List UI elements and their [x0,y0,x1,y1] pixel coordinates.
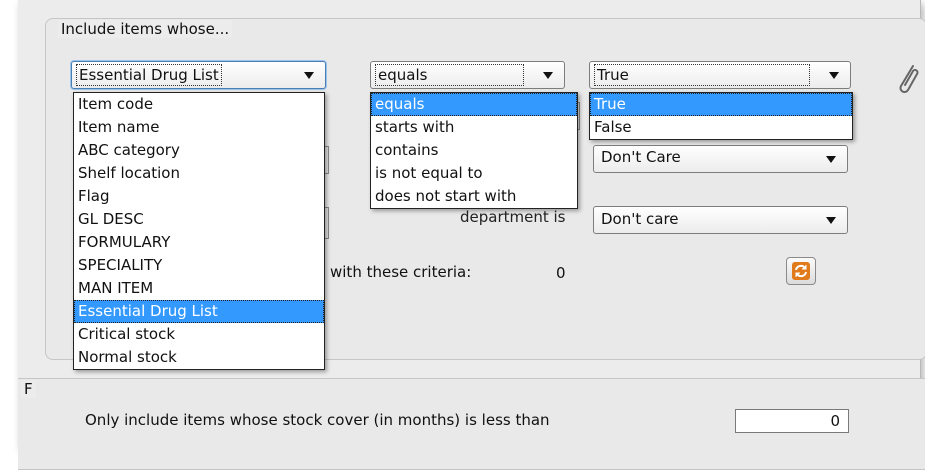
field-option[interactable]: FORMULARY [74,231,324,254]
dialog: Include items whose... F Essential Drug … [18,0,925,470]
field-option[interactable]: Item code [74,93,324,116]
criteria-count: 0 [556,264,566,282]
field-option[interactable]: Critical stock [74,323,324,346]
field-option[interactable]: Flag [74,185,324,208]
refresh-button[interactable] [786,257,816,285]
field-option[interactable]: Essential Drug List [74,300,324,323]
value-option[interactable]: False [590,116,852,139]
refresh-icon [792,262,810,280]
criteria-label: with these criteria: [330,263,472,281]
field-option[interactable]: SPECIALITY [74,254,324,277]
value-option[interactable]: True [590,93,852,116]
field-option[interactable]: Shelf location [74,162,324,185]
value-combo-value: True [594,64,810,86]
chevron-down-icon [543,72,553,79]
field-option[interactable]: GL DESC [74,208,324,231]
field-dropdown: Item code Item name ABC category Shelf loca… [73,92,325,370]
paperclip-icon[interactable] [895,62,921,98]
operator-option[interactable]: is not equal to [371,162,577,185]
operator-combo[interactable]: equals [370,61,565,89]
stock-cover-group-title: F [21,380,36,398]
include-items-group-title: Include items whose... [58,20,233,38]
care-combo[interactable]: Don't Care [593,145,848,173]
field-combo-value: Essential Drug List [76,64,222,86]
field-option[interactable]: ABC category [74,139,324,162]
operator-dropdown: equals starts with contains is not equal to… [370,92,578,209]
care-combo-value: Don't Care [601,148,681,166]
operator-combo-value: equals [374,64,525,86]
field-combo[interactable]: Essential Drug List [71,61,326,89]
stock-cover-input[interactable]: 0 [735,409,849,433]
chevron-down-icon [304,72,314,79]
field-option[interactable]: MAN ITEM [74,277,324,300]
operator-option[interactable]: starts with [371,116,577,139]
operator-option[interactable]: does not start with [371,185,577,208]
department-combo-value: Don't care [601,210,679,228]
department-label: department is [460,208,566,226]
value-dropdown: True False [589,92,853,140]
operator-option[interactable]: equals [371,93,577,116]
operator-option[interactable]: contains [371,139,577,162]
department-combo[interactable]: Don't care [593,206,848,234]
chevron-down-icon [826,156,836,163]
chevron-down-icon [829,72,839,79]
value-combo[interactable]: True [589,61,851,89]
stock-cover-label: Only include items whose stock cover (in… [85,411,550,429]
chevron-down-icon [826,217,836,224]
field-option[interactable]: Normal stock [74,346,324,369]
field-option[interactable]: Item name [74,116,324,139]
